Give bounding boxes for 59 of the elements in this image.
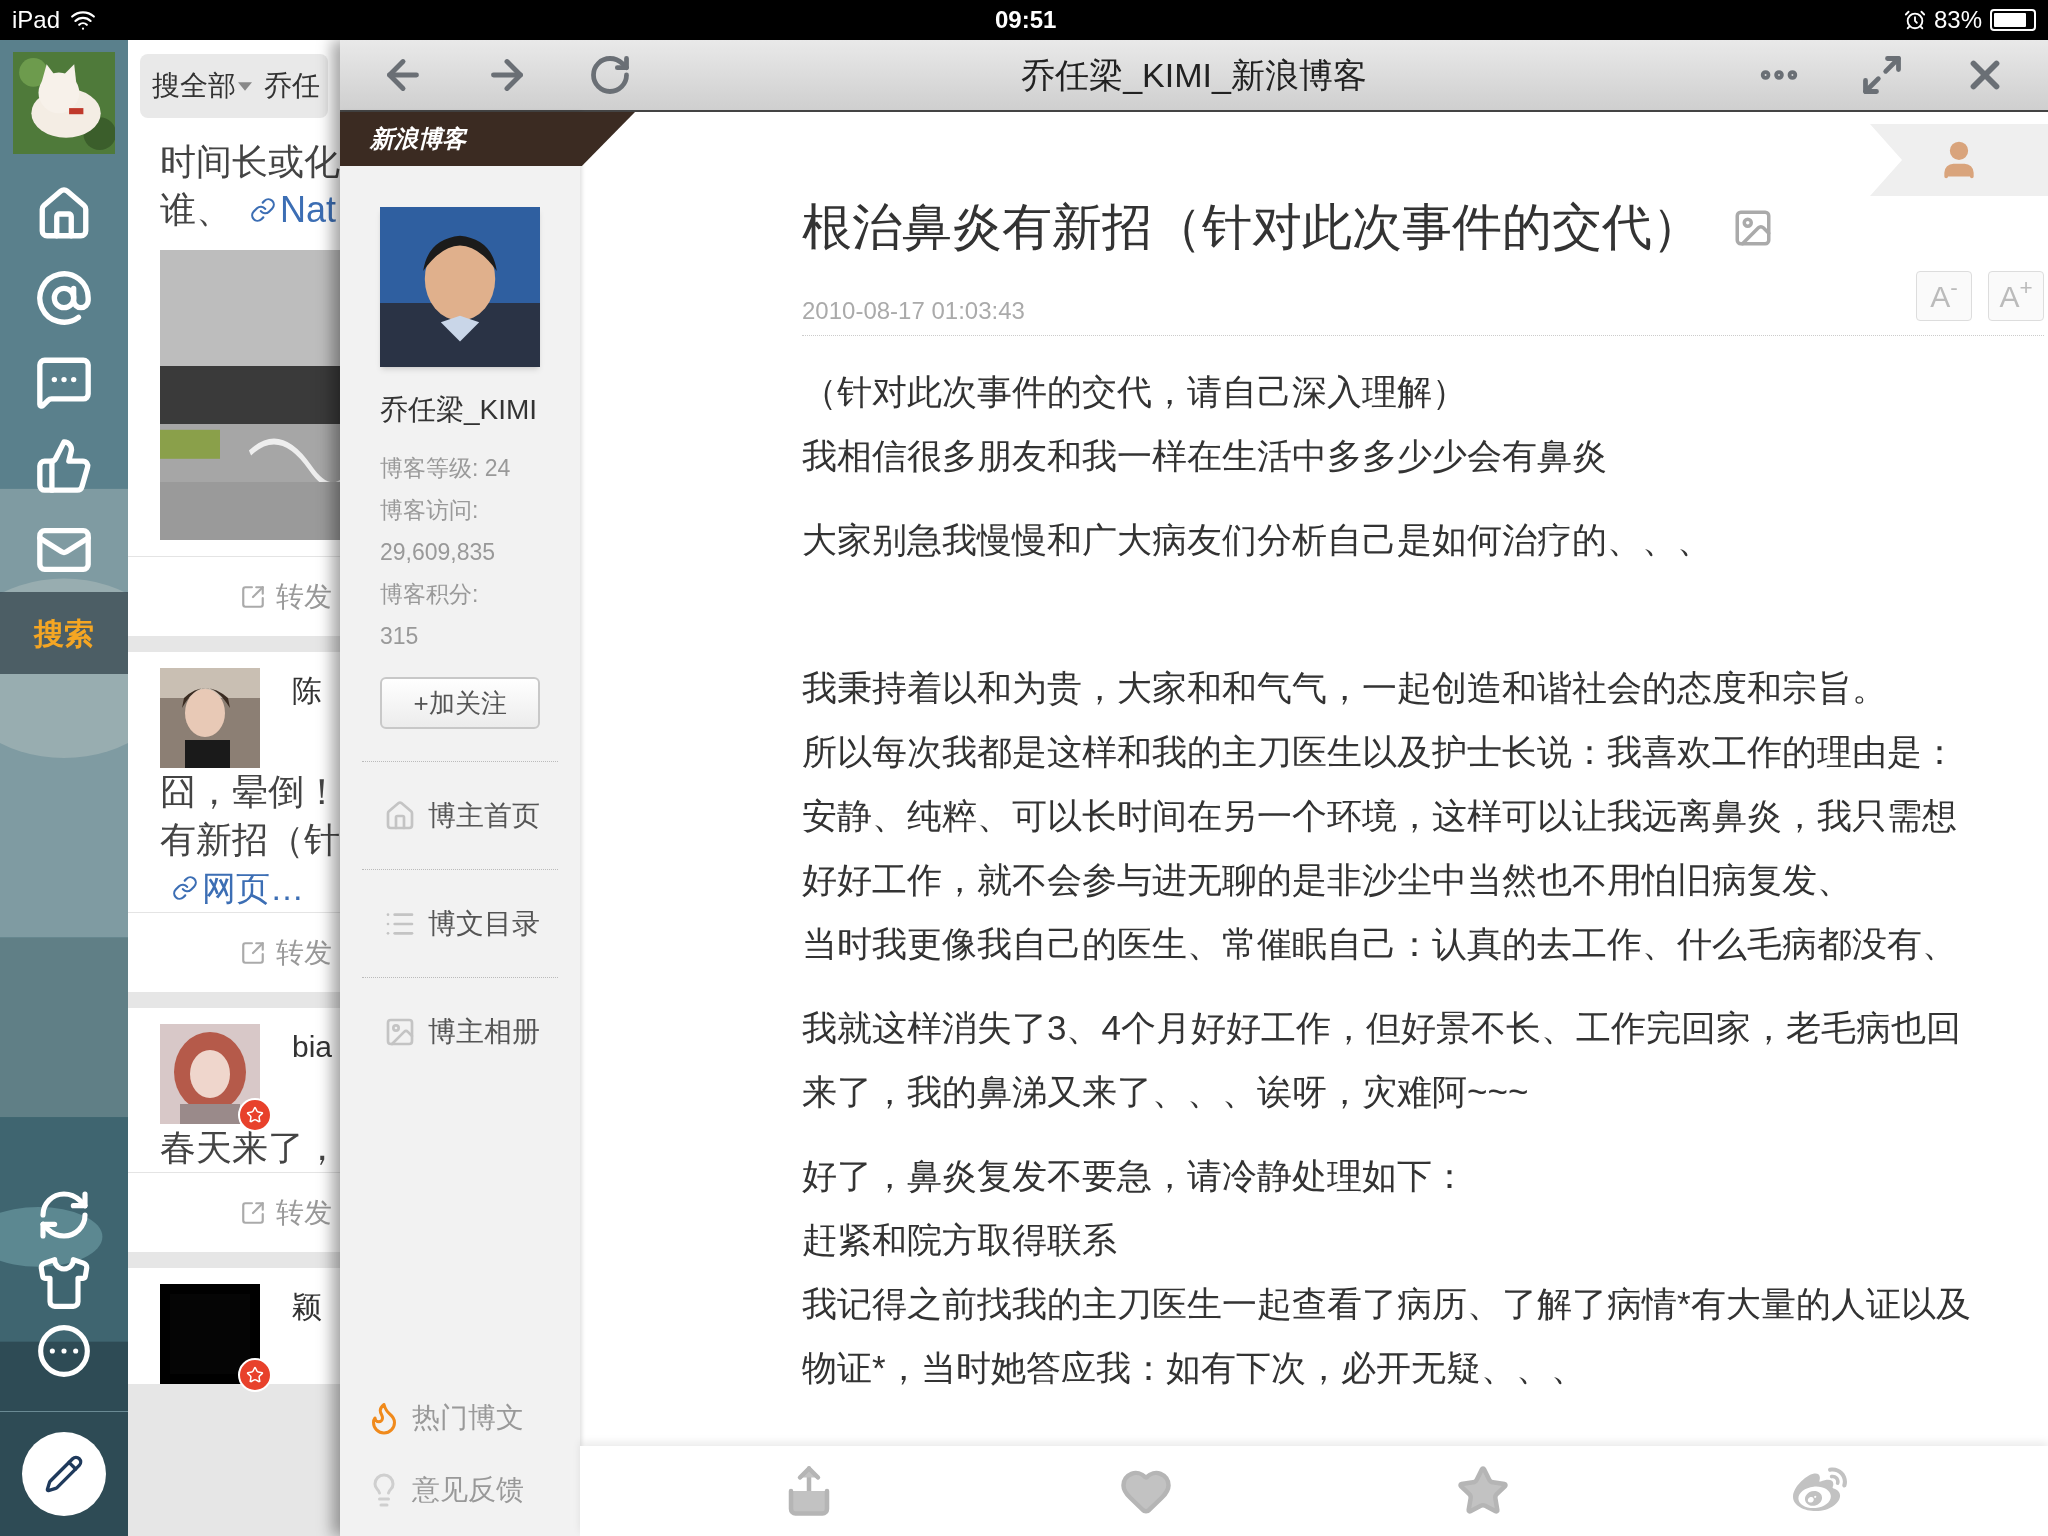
- home-icon: [384, 799, 416, 832]
- article-line: （针对此次事件的交代，请自己深入理解）: [802, 371, 1468, 413]
- author-name: bia: [292, 1029, 333, 1065]
- article-line: 所以每次我都是这样和我的主刀医生以及护士长说：我喜欢工作的理由是：: [802, 731, 1958, 773]
- battery-percent: 83%: [1933, 5, 1982, 35]
- article-line: 安静、纯粹、可以长时间在另一个环境，这样可以让我远离鼻炎，我只需想: [802, 795, 1958, 837]
- repost-button[interactable]: 转发: [276, 1191, 332, 1234]
- blog-stat: 29,609,835: [380, 538, 497, 567]
- post-date: 2010-08-17 01:03:43: [802, 296, 1025, 326]
- profile-tab[interactable]: [1870, 124, 2048, 196]
- article-line: 我就这样消失了3、4个月好好工作，但好景不长、工作完回家，老毛病也回: [802, 1007, 1962, 1049]
- alarm-icon: [1903, 9, 1926, 31]
- link[interactable]: 网页…: [160, 864, 304, 912]
- post-text: 时间长或化: [160, 140, 340, 184]
- article-title: 根治鼻炎有新招（针对此次事件的交代）: [802, 198, 1702, 257]
- blog-stat: 315: [380, 622, 420, 651]
- follow-button[interactable]: +加关注: [380, 677, 540, 729]
- search-query: 乔任: [264, 69, 320, 103]
- article-line: 我秉持着以和为贵，大家和和气气，一起创造和谐社会的态度和宗旨。: [802, 667, 1888, 709]
- repost-icon: [240, 939, 266, 966]
- scope-dropdown[interactable]: 搜全部: [152, 65, 236, 107]
- reload-icon[interactable]: [588, 53, 632, 97]
- blog-menu-item[interactable]: 博主相册: [428, 1010, 540, 1053]
- link-icon: [172, 875, 198, 901]
- article-line: 赶紧和院方取得联系: [802, 1219, 1118, 1261]
- blog-menu-item[interactable]: 博文目录: [428, 902, 540, 945]
- link[interactable]: Nat: [250, 186, 337, 234]
- device-name: iPad: [12, 5, 61, 35]
- blog-stat: 博客积分:: [380, 580, 480, 609]
- post-text: 春天来了，: [160, 1126, 340, 1170]
- blog-menu-item[interactable]: 博主首页: [428, 794, 540, 837]
- blog-stat: 博客等级: 24: [380, 454, 512, 483]
- blogger-name: 乔任梁_KIMI: [380, 393, 539, 427]
- article-line: 来了，我的鼻涕又来了、、、诶呀，灾难阿~~~: [802, 1071, 1530, 1113]
- article-line: 物证*，当时她答应我：如有下次，必开无疑、、、: [802, 1347, 1587, 1389]
- post-text: 谁、: [160, 188, 232, 232]
- clock: 09:51: [995, 5, 1057, 35]
- repost-icon: [240, 1199, 266, 1226]
- search-bar[interactable]: 搜全部 乔任: [140, 54, 328, 118]
- author-name: 陈: [292, 673, 322, 709]
- brand-name: 新浪博客: [370, 124, 466, 154]
- repost-icon: [240, 583, 266, 610]
- post-text: 囧，晕倒！: [160, 770, 340, 814]
- repost-button[interactable]: 转发: [276, 931, 332, 974]
- article-line: 大家别急我慢慢和广大病友们分析自己是如何治疗的、、、: [802, 519, 1713, 561]
- article-line: 好了，鼻炎复发不要急，请冷静处理如下：: [802, 1155, 1468, 1197]
- blog-stat: 博客访问:: [380, 496, 480, 525]
- author-name: 颖: [292, 1289, 322, 1325]
- repost-button[interactable]: 转发: [276, 575, 332, 618]
- article-line: 我记得之前找我的主刀医生一起查看了病历、了解了病情*有大量的人证以及: [802, 1283, 1972, 1325]
- article-line: 好好工作，就不会参与进无聊的是非沙尘中当然也不用怕旧病复发、: [802, 859, 1853, 901]
- expand-icon[interactable]: [1860, 53, 1904, 97]
- post-text: 有新招（针: [160, 818, 340, 862]
- caret-icon: [238, 81, 252, 91]
- link-icon: [250, 197, 276, 223]
- article-line: 我相信很多朋友和我一样在生活中多多少少会有鼻炎: [802, 435, 1608, 477]
- article-line: 当时我更像我自己的医生、常催眠自己：认真的去工作、什么毛病都没有、: [802, 923, 1958, 965]
- page-title: 乔任梁_KIMI_新浪博客: [1020, 54, 1368, 96]
- battery-icon: [1990, 9, 2036, 31]
